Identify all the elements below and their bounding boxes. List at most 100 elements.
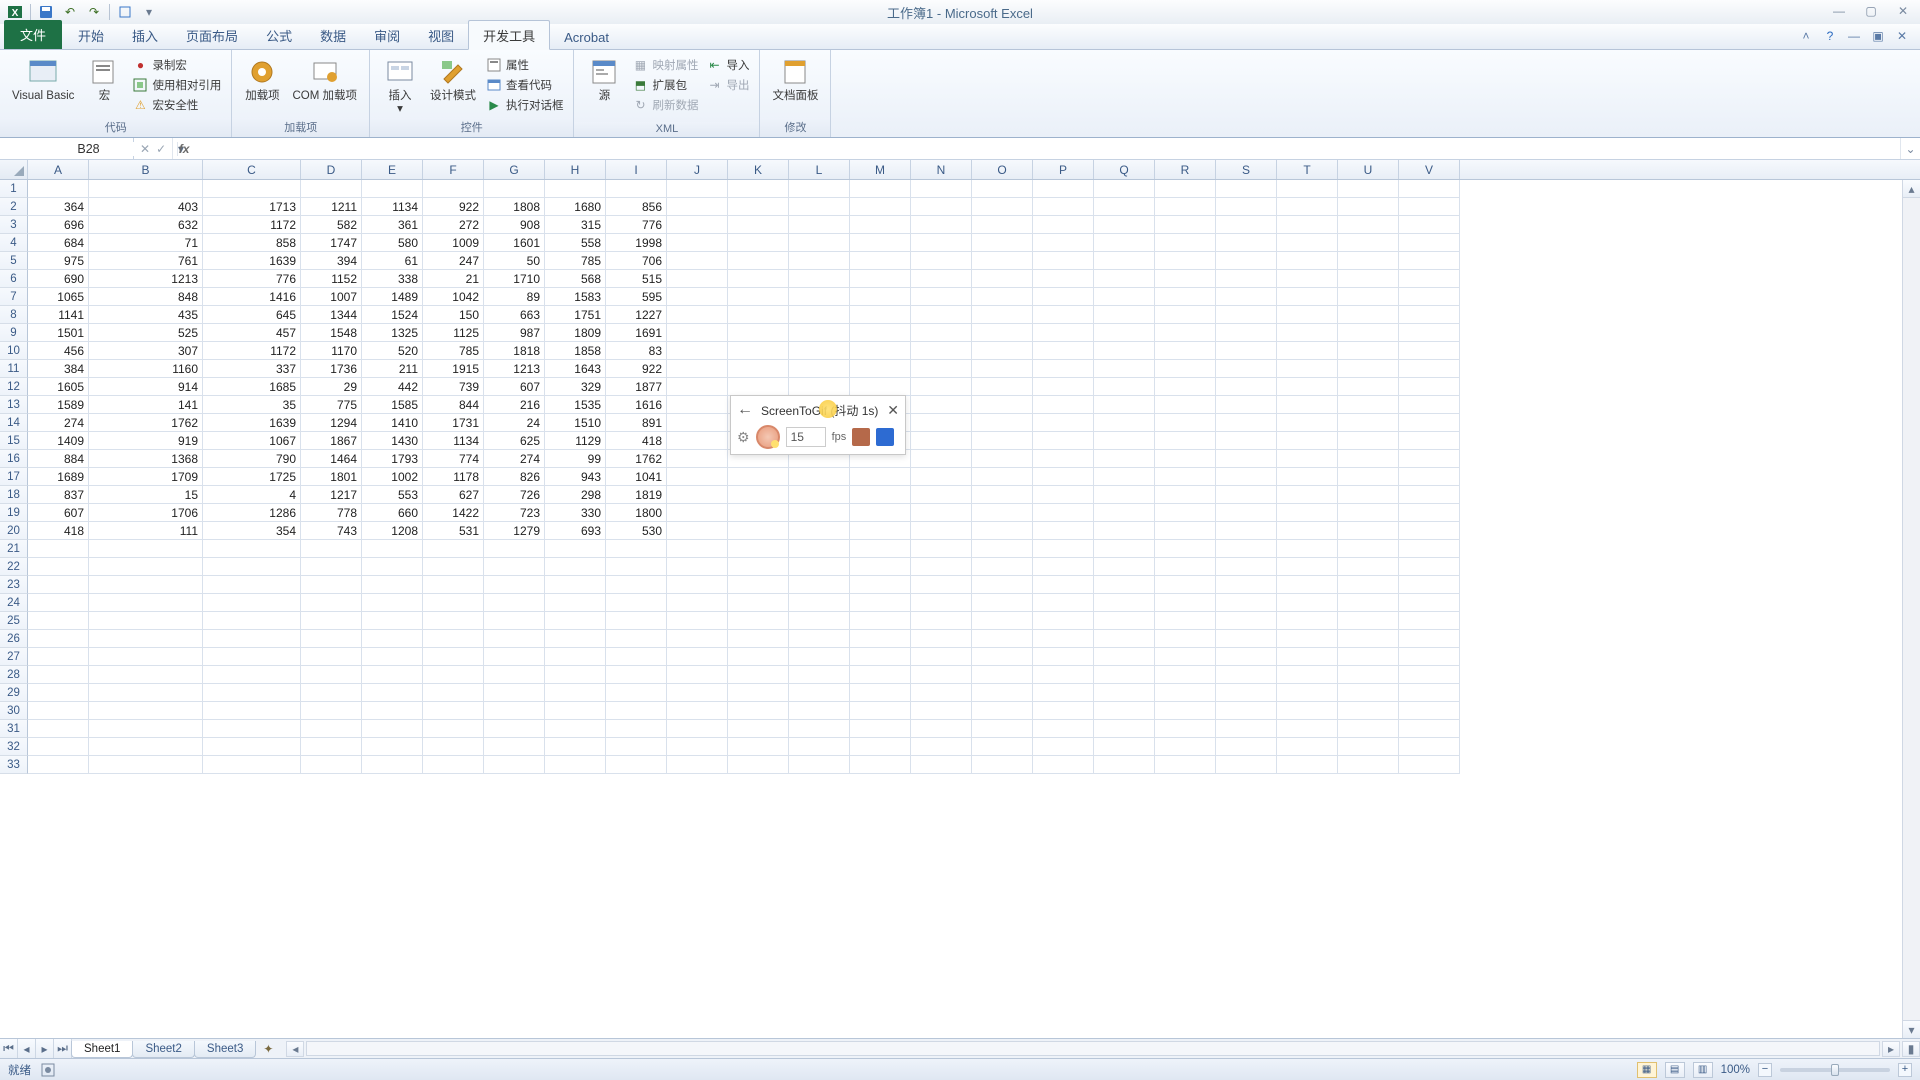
cell[interactable] [606,720,667,738]
cell[interactable] [850,630,911,648]
scroll-left-icon[interactable]: ◂ [286,1041,304,1057]
cell[interactable]: 1430 [362,432,423,450]
cell[interactable]: 568 [545,270,606,288]
cell[interactable] [1338,540,1399,558]
cell[interactable]: 1152 [301,270,362,288]
cell[interactable] [850,234,911,252]
row-header[interactable]: 30 [0,702,28,720]
cell[interactable] [1338,486,1399,504]
cell[interactable] [728,324,789,342]
cell[interactable]: 1065 [28,288,89,306]
cell[interactable] [606,576,667,594]
cell[interactable] [728,576,789,594]
cell[interactable]: 774 [423,450,484,468]
cell[interactable] [911,324,972,342]
row-header[interactable]: 32 [0,738,28,756]
cell[interactable] [850,486,911,504]
cell[interactable] [545,738,606,756]
cell[interactable]: 975 [28,252,89,270]
cell[interactable]: 1217 [301,486,362,504]
cell[interactable] [1277,666,1338,684]
cell[interactable] [1216,468,1277,486]
cell[interactable] [1399,684,1460,702]
cell[interactable] [484,648,545,666]
sheet-tab[interactable]: Sheet1 [71,1041,133,1058]
cell[interactable]: 24 [484,414,545,432]
close-icon[interactable]: ✕ [1894,2,1912,20]
cell[interactable] [972,594,1033,612]
cell[interactable] [1094,306,1155,324]
cell[interactable] [1155,684,1216,702]
cell[interactable] [362,738,423,756]
cell[interactable] [1399,252,1460,270]
cell[interactable] [1216,450,1277,468]
cell[interactable] [1338,702,1399,720]
cell[interactable]: 525 [89,324,203,342]
cell[interactable] [1155,576,1216,594]
cell[interactable]: 1141 [28,306,89,324]
cell[interactable] [1338,360,1399,378]
cell[interactable]: 1616 [606,396,667,414]
cell[interactable] [789,594,850,612]
cell[interactable] [667,180,728,198]
cell[interactable] [203,666,301,684]
cell[interactable] [972,756,1033,774]
cell[interactable] [667,216,728,234]
cell[interactable] [667,396,728,414]
cell[interactable] [1399,558,1460,576]
cell[interactable]: 660 [362,504,423,522]
cell[interactable] [1399,324,1460,342]
cell[interactable] [850,540,911,558]
formula-expand-icon[interactable]: ⌄ [1900,138,1920,159]
cell[interactable] [606,180,667,198]
cell[interactable]: 1041 [606,468,667,486]
zoom-out-icon[interactable]: − [1758,1063,1772,1077]
cell[interactable]: 696 [28,216,89,234]
cell[interactable] [1155,234,1216,252]
cell[interactable] [423,666,484,684]
cell[interactable] [728,486,789,504]
cell[interactable] [484,738,545,756]
cell[interactable] [850,594,911,612]
cell[interactable] [89,756,203,774]
cell[interactable] [1399,198,1460,216]
cell[interactable] [728,360,789,378]
h-scroll-track[interactable] [306,1041,1880,1056]
cell[interactable] [1033,378,1094,396]
row-header[interactable]: 1 [0,180,28,198]
cell[interactable] [203,540,301,558]
cell[interactable] [28,702,89,720]
cell[interactable] [1399,234,1460,252]
cell[interactable] [1155,594,1216,612]
cell[interactable] [545,180,606,198]
cell[interactable]: 1601 [484,234,545,252]
minimize-icon[interactable]: ― [1830,2,1848,20]
cell[interactable] [911,198,972,216]
cell[interactable] [1399,270,1460,288]
cell[interactable]: 1208 [362,522,423,540]
cell[interactable] [728,702,789,720]
row-header[interactable]: 17 [0,468,28,486]
row-header[interactable]: 9 [0,324,28,342]
cell[interactable] [1033,360,1094,378]
column-header[interactable]: O [972,160,1033,179]
cell[interactable] [1216,306,1277,324]
cell[interactable] [850,720,911,738]
cell[interactable] [667,324,728,342]
cell[interactable] [1155,540,1216,558]
cell[interactable] [89,558,203,576]
cell[interactable]: 775 [301,396,362,414]
cell[interactable] [28,756,89,774]
cell[interactable] [28,738,89,756]
cell[interactable]: 4 [203,486,301,504]
cell[interactable] [667,630,728,648]
cell[interactable] [28,180,89,198]
cell[interactable] [1338,288,1399,306]
cell[interactable] [423,612,484,630]
column-header[interactable]: H [545,160,606,179]
cell[interactable] [728,288,789,306]
cell[interactable] [789,306,850,324]
cell[interactable] [911,216,972,234]
cell[interactable] [203,648,301,666]
cell[interactable] [1033,504,1094,522]
